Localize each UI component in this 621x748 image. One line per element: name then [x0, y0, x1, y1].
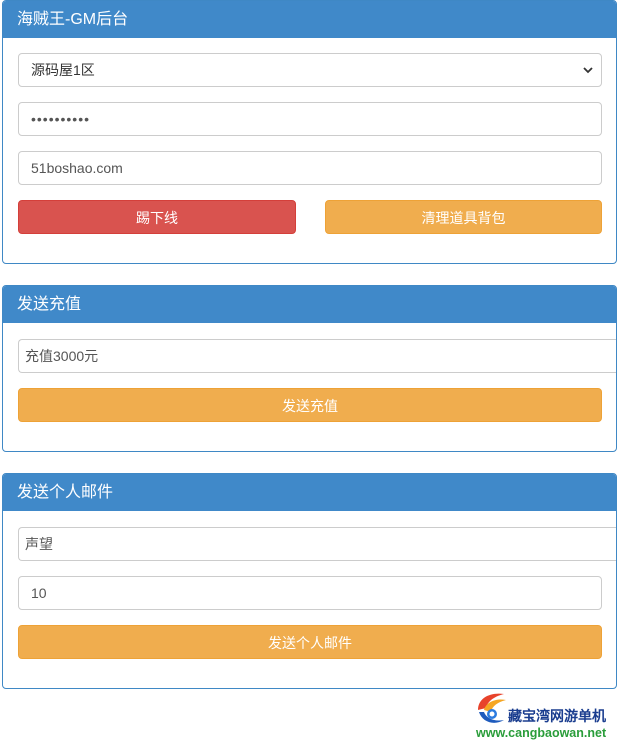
server-select[interactable]: 源码屋1区: [18, 53, 602, 87]
mail-quantity-value: 10: [31, 585, 47, 601]
watermark-url: www.cangbaowan.net: [476, 726, 607, 740]
password-value: ••••••••••: [31, 111, 91, 127]
watermark: 藏宝湾网游单机 www.cangbaowan.net: [470, 688, 618, 744]
mail-item-value: 声望: [25, 536, 53, 552]
recharge-amount-field[interactable]: 充值3000元: [18, 339, 616, 373]
recharge-panel-title: 发送充值: [3, 286, 616, 323]
watermark-name: 藏宝湾网游单机: [508, 708, 606, 724]
kick-offline-button[interactable]: 踢下线: [18, 200, 296, 234]
account-field[interactable]: 51boshao.com: [18, 151, 602, 185]
mail-panel-title: 发送个人邮件: [3, 474, 616, 511]
mail-quantity-field[interactable]: 10: [18, 576, 602, 610]
gm-panel-title: 海贼王-GM后台: [3, 1, 616, 38]
cangbaowan-logo-icon: [478, 693, 506, 723]
account-value: 51boshao.com: [31, 160, 123, 176]
mail-panel: 发送个人邮件 声望 10 发送个人邮件: [2, 473, 617, 689]
gm-panel: 海贼王-GM后台 源码屋1区 •••••••••• 51boshao.com 踢…: [2, 0, 617, 264]
server-select-value: 源码屋1区: [31, 62, 95, 78]
mail-item-field[interactable]: 声望: [18, 527, 616, 561]
password-field[interactable]: ••••••••••: [18, 102, 602, 136]
send-recharge-button[interactable]: 发送充值: [18, 388, 602, 422]
chevron-down-icon: [581, 54, 595, 86]
clear-bag-button[interactable]: 清理道具背包: [325, 200, 602, 234]
recharge-panel: 发送充值 充值3000元 发送充值: [2, 285, 617, 452]
send-mail-button[interactable]: 发送个人邮件: [18, 625, 602, 659]
recharge-amount-value: 充值3000元: [25, 348, 99, 364]
